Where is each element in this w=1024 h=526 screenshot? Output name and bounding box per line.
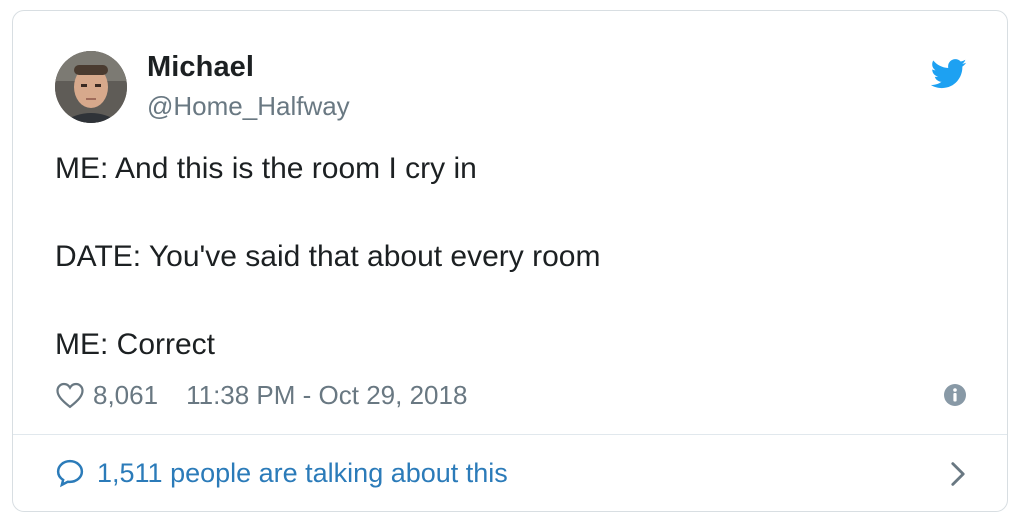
user-name[interactable]: Michael	[147, 51, 254, 84]
chevron-right-icon[interactable]	[949, 461, 967, 487]
tweet-line-3: ME: Correct	[55, 328, 216, 361]
like-count[interactable]: 8,061	[93, 380, 158, 411]
tweet-meta: 8,061 11:38 PM - Oct 29, 2018	[55, 377, 967, 413]
user-handle[interactable]: @Home_Halfway	[147, 91, 350, 122]
tweet-timestamp[interactable]: 11:38 PM - Oct 29, 2018	[186, 380, 467, 411]
speech-bubble-icon	[56, 459, 84, 488]
divider	[13, 434, 1007, 435]
twitter-bird-icon[interactable]	[931, 59, 967, 89]
tweet-line-2: DATE: You've said that about every room	[55, 240, 601, 273]
conversation-link[interactable]: 1,511 people are talking about this	[55, 453, 967, 493]
info-icon[interactable]	[943, 383, 967, 407]
avatar[interactable]	[55, 51, 127, 123]
tweet-text: ME: And this is the room I cry in DATE: …	[55, 151, 955, 363]
tweet-header: Michael @Home_Halfway	[55, 49, 967, 129]
tweet-line-1: ME: And this is the room I cry in	[55, 152, 477, 185]
tweet-card: Michael @Home_Halfway ME: And this is th…	[12, 10, 1008, 512]
talking-count-label: 1,511 people are talking about this	[97, 457, 508, 488]
heart-icon[interactable]	[55, 381, 85, 409]
